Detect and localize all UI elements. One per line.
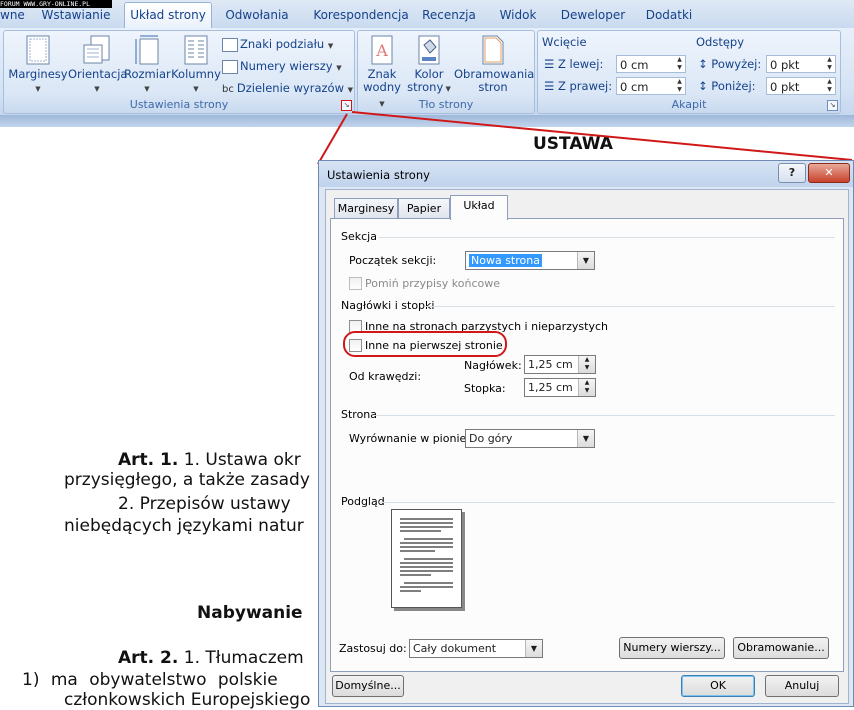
separator bbox=[375, 415, 835, 416]
section-start-select[interactable]: Nowa strona ▼ bbox=[465, 251, 595, 270]
tab-paper[interactable]: Papier bbox=[398, 198, 450, 219]
ok-button[interactable]: OK bbox=[681, 675, 755, 697]
footer-distance-input[interactable]: 1,25 cm ▲ ▼ bbox=[524, 378, 596, 397]
apply-to-select[interactable]: Cały dokument ▼ bbox=[409, 639, 543, 658]
section-heading-headers-footers: Nagłówki i stopki bbox=[341, 299, 435, 312]
vertical-alignment-label: Wyrównanie w pionie: bbox=[349, 432, 470, 445]
apply-to-label: Zastosuj do: bbox=[339, 642, 407, 655]
spinner-arrows-icon[interactable]: ▲ ▼ bbox=[578, 356, 595, 373]
page-setup-dialog: Ustawienia strony ? ✕ Marginesy Papier U… bbox=[318, 160, 854, 707]
spinner-arrows-icon[interactable]: ▲ ▼ bbox=[578, 379, 595, 396]
chevron-down-icon[interactable]: ▼ bbox=[577, 252, 594, 269]
suppress-endnotes-checkbox[interactable] bbox=[349, 277, 362, 290]
dialog-title: Ustawienia strony bbox=[327, 168, 430, 182]
cancel-button[interactable]: Anuluj bbox=[765, 675, 839, 697]
default-button[interactable]: Domyślne... bbox=[332, 675, 404, 697]
dialog-body: Marginesy Papier Układ Sekcja Początek s… bbox=[325, 189, 849, 704]
dialog-titlebar[interactable]: Ustawienia strony ? ✕ bbox=[319, 161, 853, 187]
section-heading-page: Strona bbox=[341, 408, 378, 421]
tab-margins[interactable]: Marginesy bbox=[334, 198, 398, 219]
borders-button[interactable]: Obramowanie... bbox=[733, 637, 829, 659]
header-distance-label: Nagłówek: bbox=[464, 359, 522, 372]
from-edge-label: Od krawędzi: bbox=[349, 370, 422, 383]
line-numbers-button[interactable]: Numery wierszy... bbox=[619, 637, 725, 659]
suppress-endnotes-label: Pomiń przypisy końcowe bbox=[365, 277, 500, 290]
separator bbox=[425, 306, 835, 307]
page-preview-thumbnail bbox=[391, 509, 465, 611]
layout-tab-page: Sekcja Początek sekcji: Nowa strona ▼ Pom… bbox=[330, 218, 844, 672]
section-heading-section: Sekcja bbox=[341, 230, 377, 243]
close-button[interactable]: ✕ bbox=[808, 163, 850, 183]
tab-layout[interactable]: Układ bbox=[450, 195, 508, 220]
help-icon: ? bbox=[788, 166, 796, 179]
chevron-down-icon[interactable]: ▼ bbox=[577, 430, 594, 447]
help-button[interactable]: ? bbox=[778, 163, 806, 183]
separator bbox=[379, 502, 835, 503]
separator bbox=[379, 237, 835, 238]
close-icon: ✕ bbox=[824, 166, 834, 179]
header-distance-input[interactable]: 1,25 cm ▲ ▼ bbox=[524, 355, 596, 374]
vertical-alignment-select[interactable]: Do góry ▼ bbox=[465, 429, 595, 448]
section-start-label: Początek sekcji: bbox=[349, 254, 437, 267]
chevron-down-icon[interactable]: ▼ bbox=[525, 640, 542, 657]
footer-distance-label: Stopka: bbox=[464, 382, 506, 395]
annotation-highlight-ellipse bbox=[343, 331, 507, 357]
